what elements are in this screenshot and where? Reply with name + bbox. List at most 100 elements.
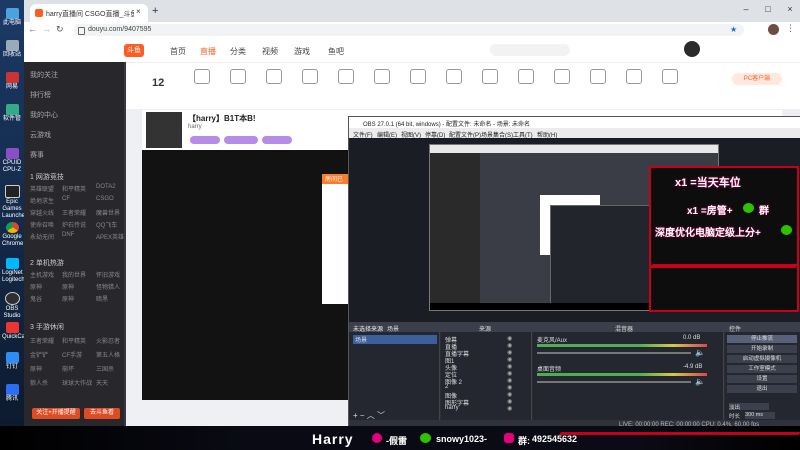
nav-live[interactable]: 直播 [200,46,216,57]
nav-home[interactable]: 首页 [170,46,186,57]
address-bar[interactable]: douyu.com/9407595 ★ [74,24,744,36]
feature-icon[interactable] [446,69,462,84]
category-link[interactable]: 暗黑 [96,294,108,303]
user-avatar[interactable] [684,41,700,57]
category-link[interactable]: 永劫无间 [30,232,54,241]
nav-video[interactable]: 视频 [262,46,278,57]
feature-icon[interactable] [590,69,606,84]
visibility-eye-icon[interactable]: ◉ ◉ ◉ ◉ ◉ ◉ ◉ ◉ ◉ ◉ ◉ [507,336,512,413]
forward-icon[interactable]: → [42,24,51,34]
category-link[interactable]: 王者荣耀 [62,208,86,217]
category-link[interactable]: CF [62,196,70,202]
pc-client-button[interactable]: PC客户端 [732,73,782,85]
stop-streaming-button[interactable]: 停止推流 [727,335,797,343]
category-link[interactable]: 原神 [30,364,42,373]
desktop-icon-dingtalk[interactable]: 钉钉 [2,352,22,371]
scene-item[interactable]: 场景 [353,335,437,344]
sidebar-item[interactable]: 我的中心 [30,110,58,120]
feature-icon[interactable] [266,69,282,84]
virtual-camera-button[interactable]: 启动虚拟摄像机 [727,355,797,363]
streamer-avatar[interactable] [146,112,182,148]
close-window-icon[interactable]: × [780,4,800,18]
category-link[interactable]: 原神 [62,294,74,303]
go-douyu-button[interactable]: 去斗鱼看 [84,408,120,419]
category-link[interactable]: 鬼谷 [30,294,42,303]
category-link[interactable]: 球球大作战 [62,378,92,387]
new-tab-icon[interactable]: + [152,5,158,17]
category-link[interactable]: DOTA2 [96,184,116,190]
profile-avatar[interactable] [768,24,779,35]
reload-icon[interactable]: ↻ [56,24,64,35]
category-link[interactable]: APEX英雄 [96,232,124,241]
volume-slider[interactable] [537,352,691,354]
nav-yuba[interactable]: 鱼吧 [328,46,344,57]
category-link[interactable]: 绝地求生 [30,196,54,205]
category-link[interactable]: QQ飞车 [96,220,117,229]
feature-icon[interactable] [230,69,246,84]
speaker-icon[interactable]: 🔈 [695,377,705,386]
category-link[interactable]: DNF [62,232,74,238]
feature-icon[interactable] [554,69,570,84]
studio-mode-button[interactable]: 工作室模式 [727,365,797,373]
category-link[interactable]: 天天 [96,378,108,387]
menu-kebab-icon[interactable]: ⋮ [786,23,795,34]
nav-category[interactable]: 分类 [230,46,246,57]
category-link[interactable]: 使命召唤 [30,220,54,229]
exit-button[interactable]: 退出 [727,385,797,393]
category-link[interactable]: 三国杀 [96,364,114,373]
desktop-icon-netease[interactable]: 网易 [2,72,22,91]
desktop-icon-cpuz[interactable]: CPUID CPU-Z [2,148,22,174]
category-link[interactable]: 和平精英 [62,184,86,193]
source-item[interactable]: 2 [445,384,448,390]
sidebar-item[interactable]: 我的关注 [30,70,58,80]
transition-select[interactable]: 淡出 [729,403,769,411]
desktop-icon-software[interactable]: 软件管 [2,104,22,123]
feature-icon[interactable] [374,69,390,84]
category-link[interactable]: 怪物猎人 [96,282,120,291]
category-link[interactable]: 和平精英 [62,336,86,345]
category-link[interactable]: 主机游戏 [30,270,54,279]
desktop-icon-quickcast[interactable]: QuickCast [2,322,30,341]
maximize-icon[interactable]: □ [758,4,778,18]
douyu-search-input[interactable] [490,44,570,56]
category-link[interactable]: 狼人杀 [30,378,48,387]
desktop-icon-obs[interactable]: OBS Studio [2,292,22,320]
category-link[interactable]: 炉石传说 [62,220,86,229]
category-link[interactable]: 魔兽世界 [96,208,120,217]
start-recording-button[interactable]: 开始录制 [727,345,797,353]
sidebar-item[interactable]: 排行榜 [30,90,51,100]
category-link[interactable]: CF手游 [62,350,82,359]
streamer-name[interactable]: harry [188,124,202,130]
desktop-icon-chrome[interactable]: Google Chrome [2,222,23,248]
close-tab-icon[interactable]: × [136,7,141,16]
sidebar-item[interactable]: 赛事 [30,150,44,160]
feature-icon[interactable] [482,69,498,84]
browser-tab[interactable]: harry直播间 CSGO直播_斗鱼 × [30,4,148,22]
category-link[interactable]: 王者荣耀 [30,336,54,345]
category-link[interactable]: 穿越火线 [30,208,54,217]
category-link[interactable]: 原神 [62,282,74,291]
category-link[interactable]: 英雄联盟 [30,184,54,193]
back-icon[interactable]: ← [28,24,37,34]
source-item[interactable]: harry [445,405,459,411]
follow-reminder-button[interactable]: 关注+开播提醒 [32,408,80,419]
category-link[interactable]: 我的世界 [62,270,86,279]
feature-icon[interactable] [302,69,318,84]
category-link[interactable]: 原神 [30,282,42,291]
volume-slider[interactable] [537,381,691,383]
category-link[interactable]: 怀旧游戏 [96,270,120,279]
douyu-logo[interactable]: 斗鱼 [124,44,144,57]
obs-preview[interactable]: x1 =当天车位 x1 =房管+ 群 深度优化电脑定级上分+ [349,138,800,322]
speaker-icon[interactable]: 🔈 [695,348,705,357]
sidebar-item[interactable]: 云游戏 [30,130,51,140]
category-link[interactable]: CSGO [96,196,114,202]
feature-icon[interactable] [662,69,678,84]
feature-icon[interactable] [518,69,534,84]
feature-icon[interactable] [410,69,426,84]
desktop-icon-logitech[interactable]: LogiNet Logitech [2,258,25,284]
feature-icon[interactable] [626,69,642,84]
desktop-icon-tencent[interactable]: 腾讯 [2,384,22,403]
category-link[interactable]: 金铲铲 [30,350,48,359]
desktop-icon-recycle[interactable]: 回收站 [2,40,22,59]
feature-icon[interactable] [338,69,354,84]
